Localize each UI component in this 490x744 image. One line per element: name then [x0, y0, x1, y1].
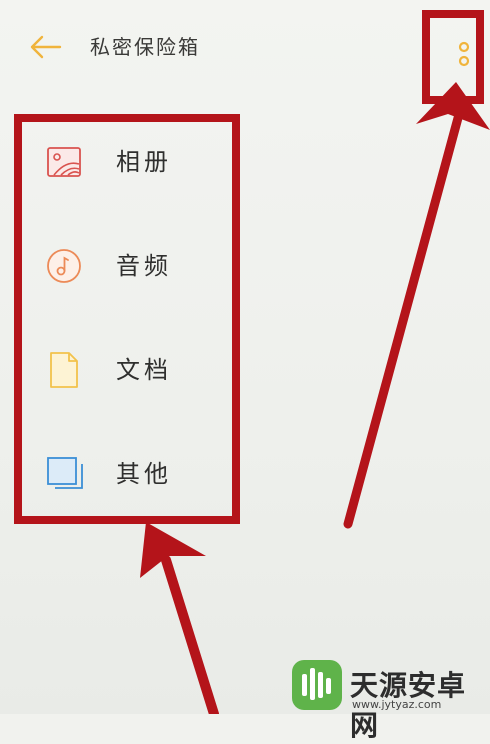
watermark-url: www.jytyaz.com	[352, 698, 442, 711]
back-button[interactable]	[28, 32, 64, 62]
category-item-audio[interactable]: 音频	[40, 236, 220, 296]
screen: 私密保险箱 相册 音频 文档 其他 天源安卓网 www.jytyaz.com	[0, 0, 490, 742]
back-arrow-icon	[30, 35, 62, 59]
more-options-button[interactable]	[444, 34, 484, 74]
category-label: 其他	[116, 460, 172, 488]
album-icon	[44, 142, 84, 182]
category-item-album[interactable]: 相册	[40, 132, 220, 192]
pointer-arrowhead-menu	[140, 522, 206, 578]
more-vertical-icon	[458, 41, 470, 67]
category-label: 文档	[116, 356, 172, 384]
other-icon	[44, 454, 84, 494]
category-item-document[interactable]: 文档	[40, 340, 220, 400]
android-logo-icon	[292, 660, 342, 710]
page-title: 私密保险箱	[90, 35, 200, 59]
watermark: 天源安卓网 www.jytyaz.com	[286, 656, 486, 742]
pointer-arrow-menu	[161, 555, 219, 714]
category-item-other[interactable]: 其他	[40, 444, 220, 504]
top-bar: 私密保险箱	[0, 0, 490, 100]
audio-icon	[44, 246, 84, 286]
category-label: 音频	[116, 252, 172, 280]
pointer-arrow-more	[343, 113, 463, 529]
document-icon	[44, 350, 84, 390]
category-label: 相册	[116, 148, 172, 176]
